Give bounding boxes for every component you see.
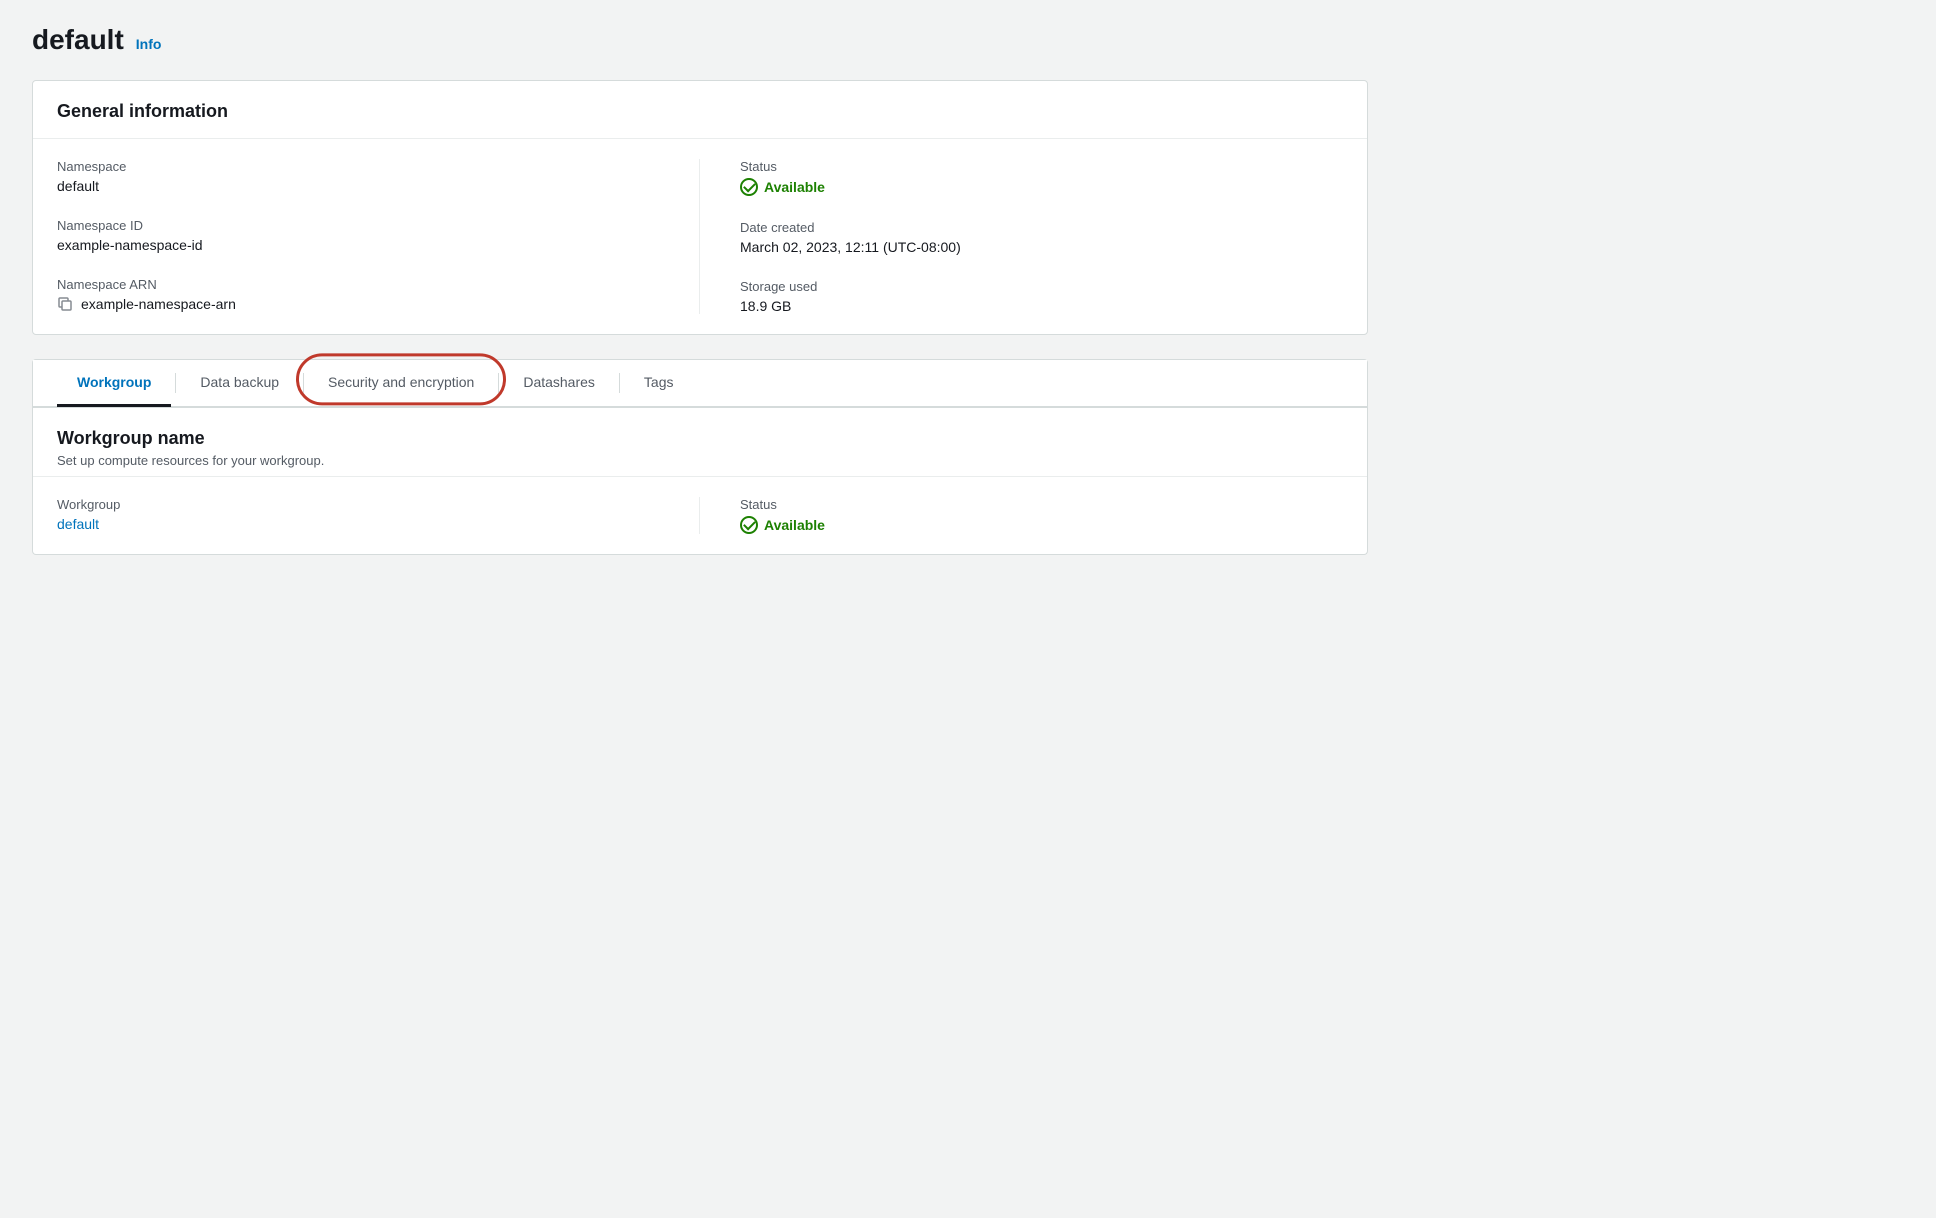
tab-datashares[interactable]: Datashares <box>503 360 615 407</box>
tabs-container: Workgroup Data backup Security and encry… <box>32 359 1368 408</box>
workgroup-status-icon <box>740 516 758 534</box>
tab-divider-3 <box>498 373 499 393</box>
namespace-arn-item: Namespace ARN example-namespace-arn <box>57 277 659 312</box>
workgroup-status-item: Status Available <box>740 497 1343 534</box>
date-created-value: March 02, 2023, 12:11 (UTC-08:00) <box>740 239 1343 255</box>
general-info-body: Namespace default Namespace ID example-n… <box>33 139 1367 334</box>
tab-divider-1 <box>175 373 176 393</box>
general-info-title: General information <box>57 101 228 121</box>
status-check-icon <box>740 178 758 196</box>
namespace-arn-label: Namespace ARN <box>57 277 659 292</box>
workgroup-info-right: Status Available <box>700 497 1343 534</box>
workgroup-name-item: Workgroup default <box>57 497 659 532</box>
tab-tags[interactable]: Tags <box>624 360 694 407</box>
storage-used-label: Storage used <box>740 279 1343 294</box>
copy-icon[interactable] <box>57 296 73 312</box>
status-item: Status Available <box>740 159 1343 196</box>
general-info-header: General information <box>33 81 1367 139</box>
namespace-arn-value: example-namespace-arn <box>81 296 236 312</box>
info-grid-right: Status Available Date created March 02, … <box>700 159 1343 314</box>
tabs-bar: Workgroup Data backup Security and encry… <box>33 360 1367 407</box>
tab-data-backup[interactable]: Data backup <box>180 360 299 407</box>
workgroup-status-text: Available <box>764 517 825 533</box>
namespace-value: default <box>57 178 659 194</box>
namespace-item: Namespace default <box>57 159 659 194</box>
namespace-id-value: example-namespace-id <box>57 237 659 253</box>
status-label: Status <box>740 159 1343 174</box>
info-badge[interactable]: Info <box>136 36 162 52</box>
status-text: Available <box>764 179 825 195</box>
tab-divider-2 <box>303 373 304 393</box>
workgroup-card: Workgroup name Set up compute resources … <box>32 408 1368 555</box>
workgroup-status-value: Available <box>740 516 1343 534</box>
tab-workgroup[interactable]: Workgroup <box>57 360 171 407</box>
workgroup-label: Workgroup <box>57 497 659 512</box>
workgroup-status-label: Status <box>740 497 1343 512</box>
workgroup-section-title: Workgroup name <box>57 428 1343 449</box>
page-header: default Info <box>32 24 1368 56</box>
date-created-label: Date created <box>740 220 1343 235</box>
workgroup-card-body: Workgroup default Status Available <box>33 477 1367 554</box>
workgroup-info-grid: Workgroup default Status Available <box>57 497 1343 534</box>
storage-used-value: 18.9 GB <box>740 298 1343 314</box>
namespace-id-item: Namespace ID example-namespace-id <box>57 218 659 253</box>
arn-row: example-namespace-arn <box>57 296 659 312</box>
workgroup-section-subtitle: Set up compute resources for your workgr… <box>57 453 1343 468</box>
namespace-label: Namespace <box>57 159 659 174</box>
general-info-card: General information Namespace default Na… <box>32 80 1368 335</box>
page-title: default <box>32 24 124 56</box>
status-value: Available <box>740 178 1343 196</box>
storage-used-item: Storage used 18.9 GB <box>740 279 1343 314</box>
workgroup-info-left: Workgroup default <box>57 497 700 534</box>
workgroup-link[interactable]: default <box>57 516 99 532</box>
tab-divider-4 <box>619 373 620 393</box>
namespace-id-label: Namespace ID <box>57 218 659 233</box>
workgroup-card-header: Workgroup name Set up compute resources … <box>33 408 1367 477</box>
tab-security-encryption[interactable]: Security and encryption <box>308 360 494 407</box>
info-grid: Namespace default Namespace ID example-n… <box>57 159 1343 314</box>
date-created-item: Date created March 02, 2023, 12:11 (UTC-… <box>740 220 1343 255</box>
info-grid-left: Namespace default Namespace ID example-n… <box>57 159 700 314</box>
